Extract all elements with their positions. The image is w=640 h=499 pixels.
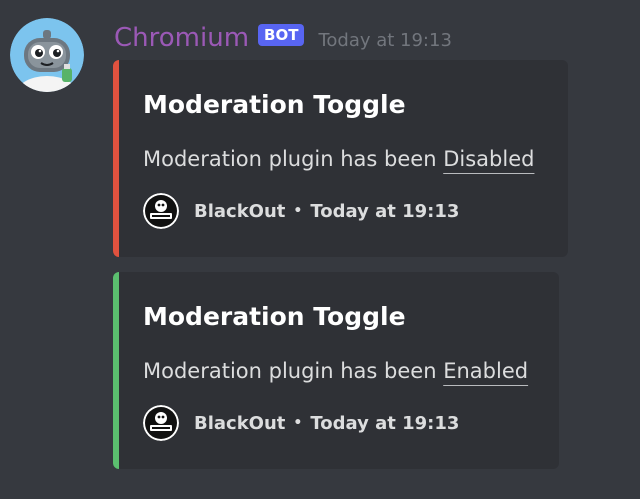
embed-title: Moderation Toggle — [143, 302, 406, 331]
embed-title: Moderation Toggle — [143, 90, 406, 119]
username[interactable]: Chromium — [114, 23, 249, 53]
embed-description: Moderation plugin has been Enabled — [143, 359, 528, 383]
embed-footer: BlackOut • Today at 19:13 — [143, 193, 459, 229]
blackout-logo-icon — [143, 193, 179, 229]
bot-tag: BOT — [258, 24, 305, 46]
embed-accent-bar — [113, 60, 119, 257]
status-value: Disabled — [443, 147, 535, 171]
embed-disabled: Moderation Toggle Moderation plugin has … — [113, 60, 568, 257]
bot-avatar[interactable] — [10, 18, 84, 92]
embed-accent-bar — [113, 272, 119, 469]
footer-timestamp: Today at 19:13 — [310, 200, 460, 222]
message-header: Chromium BOT Today at 19:13 — [114, 20, 452, 56]
embed-description-text: Moderation plugin has been — [143, 147, 437, 171]
embed-footer: BlackOut • Today at 19:13 — [143, 405, 459, 441]
status-value: Enabled — [443, 359, 529, 383]
embed-enabled: Moderation Toggle Moderation plugin has … — [113, 272, 559, 469]
blackout-logo-icon — [143, 405, 179, 441]
footer-author: BlackOut — [194, 412, 286, 434]
robot-avatar-icon — [10, 18, 84, 92]
chat-message: Chromium BOT Today at 19:13 Moderation T… — [0, 0, 640, 499]
footer-separator: • — [293, 203, 303, 219]
embed-description-text: Moderation plugin has been — [143, 359, 437, 383]
embed-description: Moderation plugin has been Disabled — [143, 147, 534, 171]
footer-author: BlackOut — [194, 200, 286, 222]
footer-timestamp: Today at 19:13 — [310, 412, 460, 434]
footer-separator: • — [293, 415, 303, 431]
message-timestamp: Today at 19:13 — [318, 29, 452, 51]
